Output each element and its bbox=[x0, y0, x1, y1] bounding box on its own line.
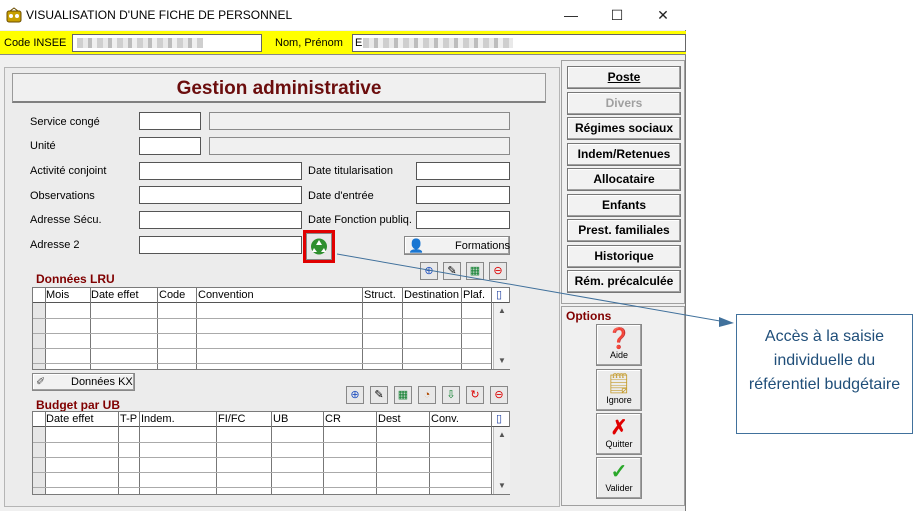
callout-connector bbox=[336, 253, 734, 327]
annotation-callout: Accès à la saisie individuelle du référe… bbox=[736, 314, 913, 434]
